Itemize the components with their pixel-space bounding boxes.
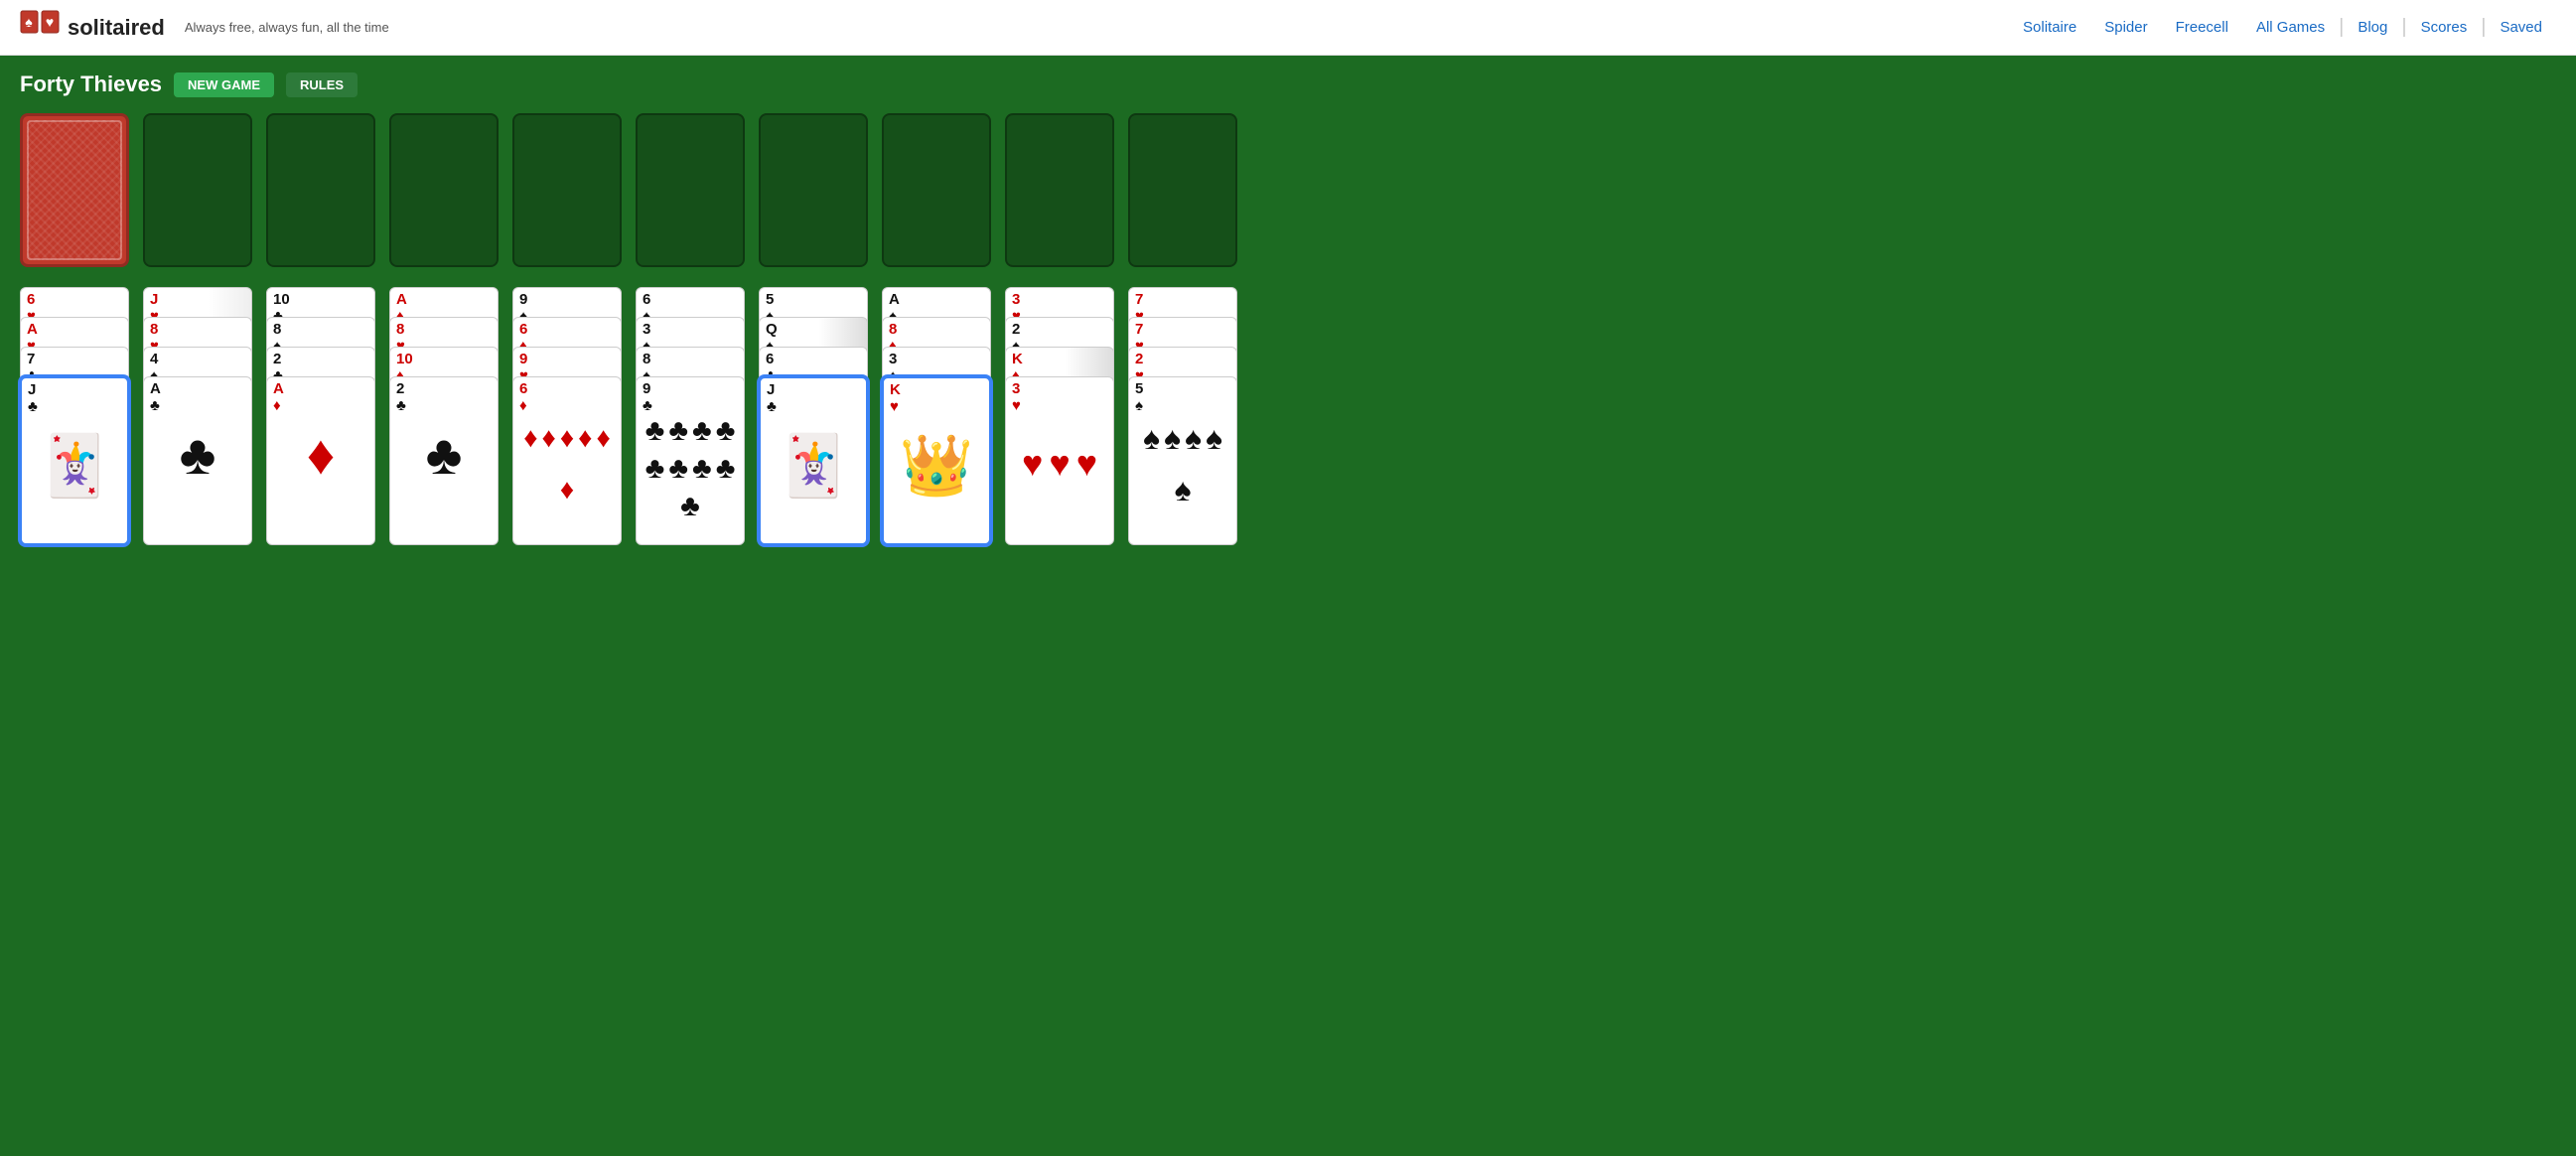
- foundation-8: [1128, 113, 1237, 267]
- svg-text:♠: ♠: [25, 14, 33, 30]
- card-6d-2[interactable]: 6♦ ♦♦♦♦♦♦: [512, 376, 622, 545]
- deck[interactable]: [20, 113, 129, 267]
- waste-slot: [143, 113, 252, 267]
- foundation-4: [636, 113, 745, 267]
- game-title-bar: Forty Thieves NEW GAME RULES: [20, 72, 2556, 97]
- card-2c-2[interactable]: 2♣ ♣: [389, 376, 499, 545]
- foundation-area: [20, 113, 2556, 267]
- card-ac[interactable]: A♣ ♣: [143, 376, 252, 545]
- nav-blog[interactable]: Blog: [2344, 19, 2401, 36]
- tagline: Always free, always fun, all the time: [185, 20, 389, 35]
- foundation-3: [512, 113, 622, 267]
- card-9c[interactable]: 9♣ ♣♣♣♣♣♣♣♣♣: [636, 376, 745, 545]
- nav-all-games[interactable]: All Games: [2242, 19, 2339, 36]
- logo-icon: ♠ ♥: [20, 10, 60, 46]
- nav-solitaire[interactable]: Solitaire: [2009, 19, 2090, 36]
- game-area: Forty Thieves NEW GAME RULES 6♥: [0, 56, 2576, 1156]
- foundation-7: [1005, 113, 1114, 267]
- column-5: 9♠ 6♦ 9♥ 6♦ ♦♦♦♦♦♦: [512, 287, 622, 545]
- nav-freecell[interactable]: Freecell: [2162, 19, 2242, 36]
- card-5s-2[interactable]: 5♠ ♠♠♠♠♠: [1128, 376, 1237, 545]
- logo-area: ♠ ♥ solitaired Always free, always fun, …: [20, 10, 389, 46]
- foundation-6: [882, 113, 991, 267]
- column-7: 5♠ Q♠ 6♣ J♣ 🃏: [759, 287, 868, 545]
- nav-scores[interactable]: Scores: [2407, 19, 2482, 36]
- logo-text: solitaired: [68, 15, 165, 41]
- tableau-area: 6♥ A♥ 7♣ J♣ 🃏: [20, 287, 2556, 545]
- card-jc-1[interactable]: J♣ 🃏: [20, 376, 129, 545]
- foundation-1: [266, 113, 375, 267]
- nav: Solitaire Spider Freecell All Games | Bl…: [2009, 16, 2556, 39]
- card-kh[interactable]: K♥ 👑: [882, 376, 991, 545]
- card-3h-2[interactable]: 3♥ ♥♥♥: [1005, 376, 1114, 545]
- column-6: 6♠ 3♠ 8♠ 9♣ ♣♣♣♣♣♣♣♣♣: [636, 287, 745, 545]
- column-3: 10♣ 8♠ 2♣ A♦ ♦: [266, 287, 375, 545]
- foundation-2: [389, 113, 499, 267]
- column-10: 7♥ 7♥ 2♥ 5♠ ♠♠♠♠♠: [1128, 287, 1237, 545]
- column-4: A♦ 8♥ 10♦ 2♣ ♣: [389, 287, 499, 545]
- card-jc-2[interactable]: J♣ 🃏: [759, 376, 868, 545]
- column-2: J♥ 8♥ 4♠ A♣ ♣: [143, 287, 252, 545]
- nav-saved[interactable]: Saved: [2486, 19, 2556, 36]
- new-game-button[interactable]: NEW GAME: [174, 72, 274, 97]
- nav-spider[interactable]: Spider: [2090, 19, 2161, 36]
- foundation-5: [759, 113, 868, 267]
- card-ad[interactable]: A♦ ♦: [266, 376, 375, 545]
- header: ♠ ♥ solitaired Always free, always fun, …: [0, 0, 2576, 56]
- column-1: 6♥ A♥ 7♣ J♣ 🃏: [20, 287, 129, 545]
- column-9: 3♥ 2♠ K♦ 3♥ ♥♥♥: [1005, 287, 1114, 545]
- svg-text:♥: ♥: [46, 14, 54, 30]
- column-8: A♠ 8♦ 3♠ K♥ 👑: [882, 287, 991, 545]
- game-title: Forty Thieves: [20, 72, 162, 97]
- rules-button[interactable]: RULES: [286, 72, 358, 97]
